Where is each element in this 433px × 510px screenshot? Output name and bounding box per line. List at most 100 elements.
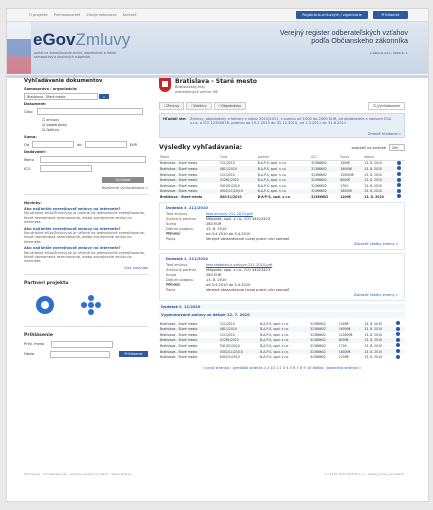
tab-faktury[interactable]: ☐ Faktúry (186, 102, 212, 110)
table-row[interactable]: Bratislava - Staré mesto 01261/2010 B-A-P-… (159, 337, 405, 344)
pagination[interactable]: « prvá stránka ‹ predošlá stránka 1 z 10… (159, 366, 405, 370)
detail-value: Verejné obstarávanie novej práce ulici s… (206, 236, 289, 241)
sidebar: Vyhľadávanie dokumentov Samospráva / org… (24, 78, 148, 368)
samosprava-select[interactable]: Bratislava - Staré mesto ▾ (24, 93, 109, 100)
search-button[interactable]: Vyhľadať (102, 177, 144, 183)
top-bar: O projekte Prehlasovatelé Zdroje sektoro… (7, 9, 428, 22)
change-button[interactable]: ▾ (99, 94, 109, 99)
main-content: Bratislava - Staré mesto Bratislavský kr… (159, 78, 405, 370)
table-row[interactable]: Bratislava - Staré mesto 01261/2010 B-A-P-… (159, 177, 405, 183)
news-link[interactable]: Ako najľahšie zverejňovať zmluvy na inte… (24, 207, 121, 211)
table-cell: B-A-P-S, spol. s r.o. (257, 194, 291, 199)
table-row[interactable]: Bratislava - Staré mesto 541/01/2010 B-A-P… (159, 343, 405, 349)
tab-objednavky[interactable]: ☐ Objednávky (213, 102, 247, 110)
cislo-input[interactable] (36, 108, 143, 115)
register-button[interactable]: Registrácia zmluvných / organizácie (296, 11, 368, 19)
dokument-label: Dokument: (24, 102, 47, 106)
suma-od-input[interactable] (32, 141, 75, 148)
row-info-icon[interactable] (395, 354, 405, 360)
subheading[interactable]: Vygenerované zmluvy za dátum 12. 7. 2010 (159, 311, 405, 318)
partner-logo-1[interactable] (34, 294, 56, 316)
dodavatel-label: Dodávateľ: (24, 150, 47, 154)
tab-zmluvy[interactable]: ☐ Zmluvy (159, 102, 185, 110)
type-checkbox[interactable]: ☑ faktúry (42, 128, 148, 133)
suma-do-input[interactable] (84, 141, 127, 148)
detail-title[interactable]: Dodatok č. 211/2010 (166, 206, 398, 210)
search-summary-text: Zmluvy, objednávky a faktúry z rokov 201… (190, 117, 392, 126)
table-row[interactable]: Bratislava - Staré mesto 640/11/2010 B-A-P… (159, 354, 405, 360)
footer-links[interactable]: Podmienky · Kontaktujte nás · Ochrana os… (24, 472, 132, 476)
city-crest-icon (159, 78, 171, 92)
header: eGovZmluvy portál na zverejňovanie zmlúv… (7, 22, 428, 74)
table-row[interactable]: Bratislava - Staré mesto 211/2010 B-A-P-S,… (159, 172, 405, 178)
table-row[interactable]: Bratislava - Staré mesto 541/01/2010 B-A-P… (159, 183, 405, 189)
table-cell: B-A-P-S, spol. s r.o. (260, 355, 290, 360)
login-name-input[interactable] (51, 340, 113, 348)
news-body: Na stránke eGovZmluvy.sk je určené na je… (24, 250, 145, 264)
top-link[interactable]: Prehlasovatelé (54, 13, 80, 17)
login-pass-label: Heslo (24, 352, 34, 357)
detail-more-link[interactable]: Zobraziť všetky zmeny » (166, 293, 398, 297)
table-row[interactable]: Bratislava - Staré mesto 211/2010 B-A-P-S,… (159, 321, 405, 327)
table-cell: 1200€ (340, 194, 352, 199)
search-summary: Hľadali ste: Zmluvy, objednávky a faktúr… (159, 113, 405, 138)
top-links: O projekte Prehlasovatelé Zdroje sektoro… (29, 13, 136, 17)
news-link[interactable]: Ako najľahšie zverejňovať zmluvy na inte… (24, 246, 121, 250)
table-row[interactable]: Bratislava - Staré mesto 211/2010 B-A-P-S,… (159, 160, 405, 166)
top-link[interactable]: O projekte (29, 13, 48, 17)
cislo-label: Číslo (24, 109, 33, 114)
detail-key: Popis (166, 287, 176, 292)
partners-panel: Partneri projektu (24, 281, 148, 327)
logo[interactable]: eGovZmluvy (33, 30, 130, 50)
per-page-select[interactable]: 20 ▾ (389, 144, 405, 151)
ico-label: IČO (24, 166, 31, 171)
news-more-link[interactable]: Viac noviniek (24, 266, 148, 270)
table-cell: 1200€ (338, 355, 349, 360)
table-row[interactable]: Bratislava - Staré mesto 0002/11/20/10 B-A… (159, 188, 405, 195)
adv-search-tab[interactable]: 🔍︎ Vyhľadávanie (368, 102, 405, 110)
table-cell: Bratislava - Staré mesto (160, 194, 203, 199)
samosprava-label: Samospráva / organizácia: (24, 87, 78, 91)
suma-label: Suma: (24, 135, 37, 139)
subheading[interactable]: Dodatok č. 11/2010 (159, 303, 405, 310)
table-row[interactable]: Bratislava - Staré mesto 481/12010 B-A-P-S… (159, 326, 405, 332)
detail-title[interactable]: Dodatok č. 211/2010 (166, 257, 398, 261)
table-row[interactable]: Bratislava - Staré mesto 211/2010 B-A-P-S,… (159, 332, 405, 338)
login-pass-input[interactable] (50, 350, 111, 358)
news-body: Na stránke eGovZmluvy.sk je určené na je… (24, 211, 145, 225)
table-row[interactable]: Bratislava - Staré mesto 0002/11/20/10 B-A… (159, 348, 405, 355)
header-title: Verejný register odberateľských vzťahov … (279, 28, 408, 45)
table-cell: 640/11/2010 (220, 355, 240, 360)
news-link[interactable]: Ako najľahšie zverejňovať zmluvy na inte… (24, 227, 121, 231)
table-row[interactable]: Bratislava - Staré mesto 640/11/2010 B-A-P… (159, 194, 405, 200)
ico-input[interactable] (40, 165, 92, 172)
eur-label: EUR (129, 142, 138, 147)
search-reset-link[interactable]: Zmeniť hľadanie » (368, 132, 401, 136)
header-subline: a zákona 211 / 2000 Z. z. (369, 51, 408, 55)
top-link[interactable]: Zdroje sektorove (86, 13, 116, 17)
partner-logo-2[interactable] (80, 294, 102, 316)
row-info-icon[interactable] (396, 194, 405, 200)
login-top-button[interactable]: Prihlásenie (373, 11, 408, 19)
login-name-label: Prihl. meno (24, 342, 45, 347)
detail-panel: Dodatok č. 211/2010 Text zmluvy text-doda… (159, 252, 405, 301)
results-title: Výsledky vyhľadávania: (159, 144, 243, 151)
footer: Podmienky · Kontaktujte nás · Ochrana os… (24, 472, 404, 476)
per-page-label: zobraziť na stránke (351, 145, 386, 150)
search-summary-label: Hľadali ste: (163, 117, 187, 121)
advanced-search-link[interactable]: Rozšírené vyhľadávanie » (24, 186, 148, 190)
table-cell: Bratislava - Staré mesto (160, 355, 198, 360)
login-title: Prihlásenie (24, 332, 53, 338)
city-region: Bratislavský kraj (175, 85, 205, 89)
top-link[interactable]: Kontakt (123, 13, 137, 17)
news-body: Na stránke eGovZmluvy.sk je určené na je… (24, 231, 145, 244)
results-table: Mesto Číslo partner IČO Suma dátum Brati… (159, 154, 405, 200)
results-table-2: Bratislava - Staré mesto 211/2010 B-A-P-S,… (159, 321, 405, 360)
meno-input[interactable] (40, 156, 146, 163)
login-button[interactable]: Prihlásenie (119, 351, 148, 358)
city-header: Bratislava - Staré mesto Bratislavský kr… (159, 78, 405, 100)
news-panel: Novinky: Ako najľahšie zverejňovať zmluv… (24, 201, 148, 275)
detail-more-link[interactable]: Zobraziť všetky zmeny » (166, 242, 398, 246)
table-row[interactable]: Bratislava - Staré mesto 481/12010 B-A-P-S… (159, 166, 405, 172)
search-title: Vyhľadávanie dokumentov (24, 78, 103, 84)
